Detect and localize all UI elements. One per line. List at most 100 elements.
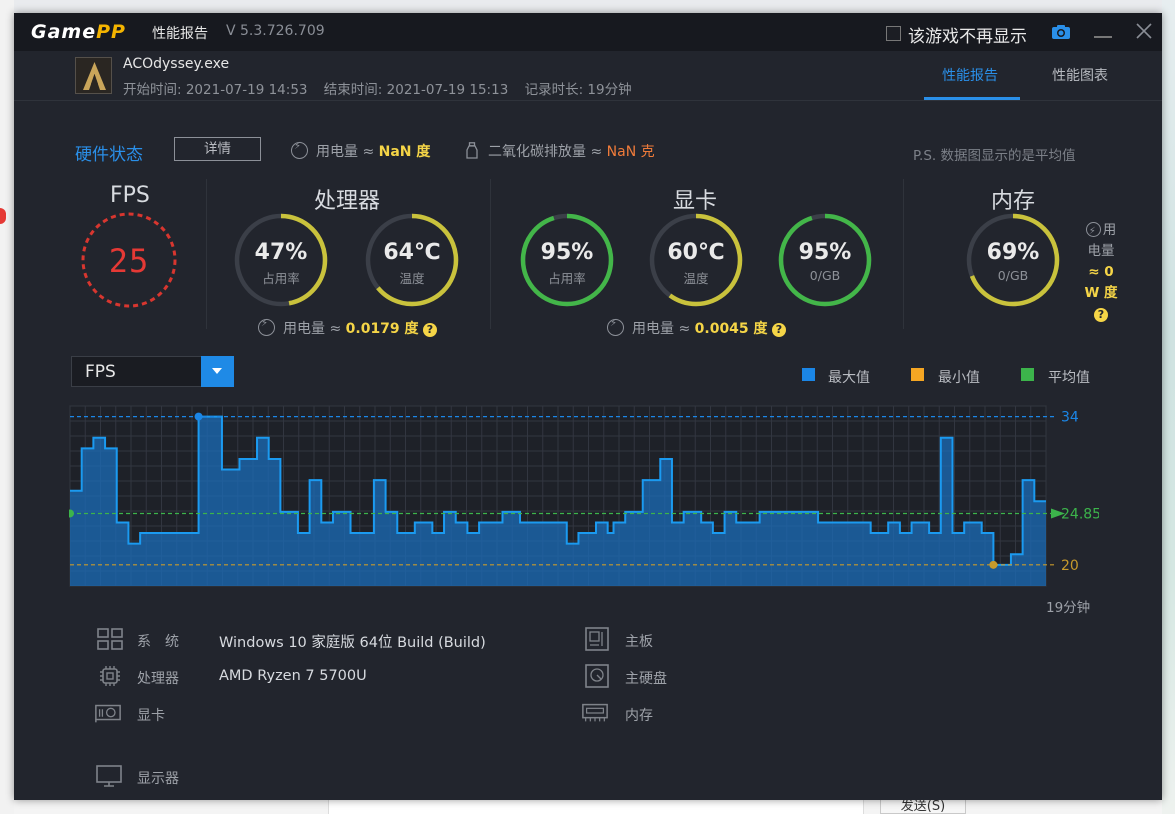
- os-label: 系 统: [137, 634, 179, 650]
- memory-usage-value: 69%: [986, 240, 1040, 265]
- power-icon: [258, 318, 275, 336]
- max-point: [194, 412, 203, 421]
- divider: [206, 179, 207, 329]
- hide-game-checkbox[interactable]: [886, 26, 901, 41]
- memory-power: 用 电量 ≈ 0 W 度 ?: [1080, 220, 1122, 325]
- gpu-usage-gauge: 95% 占用率: [519, 212, 615, 308]
- notification-badge: [0, 208, 6, 224]
- hide-game-label[interactable]: 该游戏不再显示: [908, 22, 1027, 47]
- app-version: V 5.3.726.709: [226, 23, 325, 39]
- os-value: Windows 10 家庭版 64位 Build (Build): [219, 635, 486, 651]
- divider: [903, 179, 904, 329]
- active-tab-indicator: [924, 97, 1020, 100]
- legend-min: 最小值: [938, 370, 980, 386]
- cpu-title: 处理器: [314, 189, 381, 214]
- gpu-temp-value: 60℃: [667, 240, 725, 265]
- monitor-icon: [96, 765, 122, 787]
- session-meta: 开始时间: 2021-07-19 14:53 结束时间: 2021-07-19 …: [123, 78, 644, 98]
- memory-stick-icon: [582, 703, 608, 722]
- legend-min-swatch: [911, 368, 924, 381]
- close-icon[interactable]: [1136, 23, 1152, 39]
- fps-chart: 34 24.85 20: [69, 405, 1099, 587]
- monitor-label: 显示器: [137, 771, 179, 787]
- gpu-memory-gauge: 95% 0/GB: [777, 212, 873, 308]
- cpu-temp-label: 温度: [399, 271, 425, 286]
- power-icon: [291, 141, 308, 159]
- motherboard-icon: [585, 627, 609, 651]
- gpu-memory-value: 95%: [798, 240, 852, 265]
- total-power: 用电量 ≈ NaN 度: [291, 141, 430, 161]
- background-right: [1162, 0, 1175, 814]
- camera-icon[interactable]: [1051, 24, 1071, 40]
- help-icon[interactable]: ?: [423, 323, 437, 337]
- send-button[interactable]: 发送(S): [880, 798, 966, 814]
- min-label: 20: [1061, 558, 1079, 574]
- max-label: 34: [1061, 410, 1079, 426]
- hard-disk-icon: [585, 664, 609, 688]
- gpu-title: 显卡: [673, 189, 718, 214]
- legend-avg: 平均值: [1048, 370, 1090, 386]
- fps-value: 25: [108, 242, 150, 280]
- min-point: [989, 560, 998, 569]
- memory-usage-gauge: 69% 0/GB: [965, 212, 1061, 308]
- chart-end-time: 19分钟: [1046, 600, 1091, 616]
- start-time: 开始时间: 2021-07-19 14:53: [123, 82, 308, 98]
- cpu-power: 用电量 ≈ 0.0179 度 ?: [258, 318, 437, 338]
- legend-max: 最大值: [828, 370, 870, 386]
- help-icon[interactable]: ?: [772, 323, 786, 337]
- minimize-icon[interactable]: [1094, 36, 1112, 38]
- gamepp-logo: GamePP: [31, 21, 126, 43]
- ram-label: 内存: [625, 708, 653, 724]
- tab-performance-report[interactable]: 性能报告: [942, 65, 998, 85]
- power-icon: [607, 318, 624, 336]
- chart-note: P.S. 数据图显示的是平均值: [913, 148, 1076, 164]
- background-bottom: 发送(S): [14, 798, 1162, 814]
- gpu-card-icon: [95, 704, 121, 723]
- cpu-temp-gauge: 64℃ 温度: [364, 212, 460, 308]
- motherboard-label: 主板: [625, 634, 653, 650]
- tab-performance-chart[interactable]: 性能图表: [1052, 65, 1108, 85]
- gamepp-window: GamePP 性能报告 V 5.3.726.709 该游戏不再显示 ACOdys…: [14, 13, 1162, 800]
- window-title: 性能报告: [152, 26, 208, 42]
- duration: 记录时长: 19分钟: [524, 82, 632, 98]
- divider: [490, 179, 491, 329]
- chevron-down-icon[interactable]: [201, 356, 234, 387]
- gpu-usage-label: 占用率: [548, 271, 586, 286]
- cpu-temp-value: 64℃: [383, 240, 441, 265]
- gpu-label: 显卡: [137, 708, 165, 724]
- gpu-usage-value: 95%: [540, 240, 594, 265]
- background-left: [0, 0, 14, 814]
- memory-usage-label: 0/GB: [997, 268, 1029, 283]
- background-input-box: [328, 800, 864, 814]
- cpu-value: AMD Ryzen 7 5700U: [219, 668, 367, 684]
- cpu-label: 处理器: [137, 671, 179, 687]
- game-icon: [75, 57, 112, 94]
- hardware-status-title: 硬件状态: [75, 145, 143, 165]
- cpu-usage-gauge: 47% 占用率: [233, 212, 329, 308]
- power-icon: [1085, 221, 1101, 242]
- legend-max-swatch: [802, 368, 815, 381]
- gpu-memory-label: 0/GB: [809, 268, 841, 283]
- system-icon: [97, 628, 123, 650]
- gpu-power: 用电量 ≈ 0.0045 度 ?: [607, 318, 786, 338]
- metric-select[interactable]: FPS: [71, 356, 234, 387]
- cpu-chip-icon: [100, 666, 120, 686]
- avg-label: 24.85: [1061, 506, 1099, 522]
- game-name: ACOdyssey.exe: [123, 56, 230, 72]
- bottle-icon: [466, 142, 478, 159]
- report-header: ACOdyssey.exe 开始时间: 2021-07-19 14:53 结束时…: [14, 51, 1162, 101]
- memory-title: 内存: [991, 189, 1036, 214]
- disk-label: 主硬盘: [625, 671, 667, 687]
- details-button[interactable]: 详情: [174, 137, 261, 161]
- co2-emission: 二氧化碳排放量 ≈ NaN 克: [465, 141, 655, 161]
- cpu-usage-label: 占用率: [262, 271, 300, 286]
- end-time: 结束时间: 2021-07-19 15:13: [323, 82, 509, 98]
- help-icon[interactable]: ?: [1094, 308, 1108, 322]
- legend-avg-swatch: [1021, 368, 1034, 381]
- gpu-temp-label: 温度: [683, 271, 709, 286]
- gpu-temp-gauge: 60℃ 温度: [648, 212, 744, 308]
- metric-select-value: FPS: [85, 362, 116, 382]
- fps-title: FPS: [110, 183, 150, 208]
- title-bar: GamePP 性能报告 V 5.3.726.709 该游戏不再显示: [14, 13, 1162, 51]
- cpu-usage-value: 47%: [254, 240, 308, 265]
